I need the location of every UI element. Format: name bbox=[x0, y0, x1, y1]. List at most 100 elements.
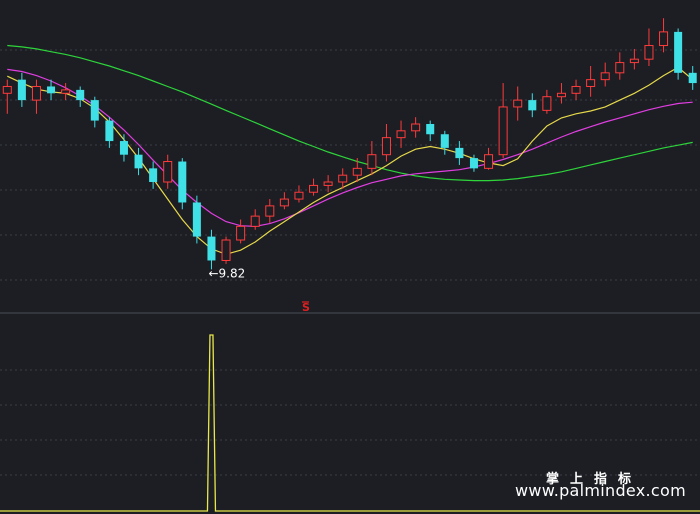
candle-body bbox=[586, 79, 596, 87]
candle bbox=[61, 83, 71, 101]
ma-line-0 bbox=[7, 44, 693, 182]
candle bbox=[178, 158, 187, 210]
candle-body bbox=[149, 168, 158, 182]
candle bbox=[426, 120, 435, 142]
candle bbox=[192, 195, 201, 244]
candle bbox=[556, 83, 566, 104]
candle bbox=[76, 86, 85, 107]
candle-body bbox=[2, 85, 12, 94]
candle bbox=[90, 96, 99, 128]
candle-body bbox=[47, 86, 56, 94]
candle-body bbox=[323, 181, 333, 186]
candle-body bbox=[381, 137, 391, 156]
candle-body bbox=[455, 147, 464, 159]
candle bbox=[163, 154, 173, 189]
signal-marker: S bbox=[302, 301, 310, 314]
candle bbox=[17, 72, 26, 107]
candle-body bbox=[17, 79, 26, 101]
candle bbox=[615, 52, 625, 80]
candle-body bbox=[236, 225, 246, 241]
candle-body bbox=[61, 89, 71, 94]
candle bbox=[294, 185, 304, 203]
candle bbox=[31, 79, 41, 114]
candle-body bbox=[426, 124, 435, 135]
low-price-label: ←9.82 bbox=[208, 266, 245, 280]
candle bbox=[105, 117, 114, 148]
candle-body bbox=[659, 31, 669, 47]
watermark-url: www.palmindex.com bbox=[515, 481, 686, 500]
candle bbox=[440, 130, 449, 155]
candle-body bbox=[294, 191, 304, 200]
candle-body bbox=[498, 106, 508, 156]
candle bbox=[265, 199, 275, 223]
candle-body bbox=[600, 72, 610, 81]
candle bbox=[279, 192, 289, 210]
candle bbox=[498, 83, 508, 159]
candle bbox=[134, 147, 143, 176]
candlestick-series bbox=[2, 18, 697, 270]
moving-average-lines bbox=[7, 44, 694, 255]
candle-body bbox=[469, 158, 478, 169]
candle bbox=[411, 117, 421, 138]
candle bbox=[149, 161, 158, 189]
candle bbox=[367, 141, 377, 176]
candle-body bbox=[396, 130, 406, 139]
candle-body bbox=[31, 85, 41, 101]
candle-body bbox=[674, 31, 683, 73]
candle bbox=[629, 48, 639, 70]
candle-body bbox=[134, 154, 143, 169]
candle-body bbox=[250, 215, 260, 227]
candle-body bbox=[615, 62, 625, 74]
candle bbox=[688, 66, 697, 90]
candle bbox=[586, 66, 596, 97]
candle-body bbox=[440, 134, 449, 148]
candle bbox=[309, 178, 319, 196]
candle bbox=[644, 28, 654, 66]
candle-body bbox=[513, 99, 523, 108]
candle bbox=[659, 18, 669, 53]
chart-stage: ←9.82 S 掌上指标 www.palmindex.com bbox=[0, 0, 700, 514]
candle bbox=[513, 86, 523, 121]
candle-body bbox=[163, 161, 173, 183]
candle-body bbox=[629, 58, 639, 64]
candle bbox=[600, 62, 610, 87]
candle bbox=[221, 236, 231, 264]
candle bbox=[528, 93, 537, 118]
candle bbox=[484, 147, 494, 170]
candle-body bbox=[309, 184, 319, 193]
candle-body bbox=[221, 239, 231, 261]
candle-body bbox=[571, 85, 581, 94]
candle-body bbox=[542, 96, 552, 111]
candle-body bbox=[338, 174, 348, 183]
candle-body bbox=[207, 236, 216, 261]
candle bbox=[2, 79, 12, 114]
candle-body bbox=[105, 120, 114, 142]
candle bbox=[207, 229, 216, 270]
candle-body bbox=[76, 89, 85, 101]
candle-body bbox=[411, 123, 421, 132]
candle-body bbox=[192, 202, 201, 237]
candle bbox=[396, 120, 406, 148]
chart-canvas: ←9.82 S bbox=[0, 18, 700, 512]
annotations: ←9.82 S bbox=[208, 266, 310, 314]
candle bbox=[236, 219, 246, 244]
candle bbox=[571, 79, 581, 101]
candle bbox=[381, 124, 391, 162]
candle-body bbox=[688, 72, 697, 84]
candle-body bbox=[178, 161, 187, 203]
candle-body bbox=[528, 100, 537, 111]
candle-body bbox=[367, 154, 377, 169]
candle-body bbox=[90, 100, 99, 121]
candle bbox=[250, 209, 260, 230]
candle bbox=[674, 28, 683, 80]
ma-line-2 bbox=[7, 66, 694, 255]
candle bbox=[119, 134, 128, 162]
ma-line-1 bbox=[7, 68, 693, 228]
candle-body bbox=[265, 205, 275, 217]
candle-body bbox=[556, 92, 566, 98]
candle-body bbox=[484, 154, 494, 169]
candle-body bbox=[119, 141, 128, 155]
candle-body bbox=[279, 198, 289, 207]
candle-body bbox=[644, 45, 654, 60]
candle-body bbox=[352, 167, 362, 176]
